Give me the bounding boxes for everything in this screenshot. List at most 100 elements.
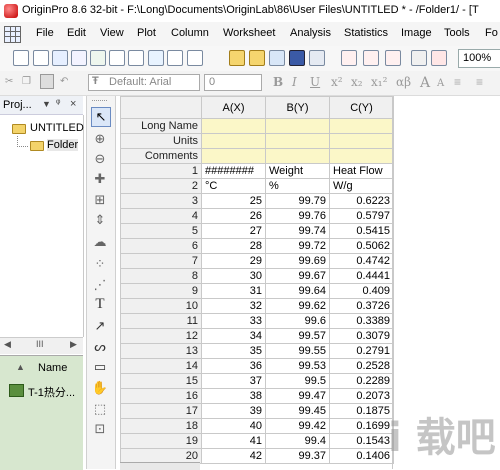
cell-c[interactable]: 0.2073 (329, 388, 394, 404)
cell-c[interactable]: 0.1406 (329, 448, 394, 464)
meta-cell[interactable] (265, 133, 330, 149)
open-folder-icon[interactable] (229, 50, 245, 66)
menu-analysis[interactable]: Analysis (290, 27, 331, 39)
cell-b[interactable]: % (265, 178, 330, 194)
cell-a[interactable]: 31 (201, 283, 266, 299)
menu-statistics[interactable]: Statistics (344, 27, 388, 39)
open-template-icon[interactable] (249, 50, 265, 66)
row-number[interactable]: 10 (120, 298, 202, 314)
column-header-c[interactable]: C(Y) (329, 96, 394, 119)
data-selector-icon[interactable]: ⇕ (91, 211, 109, 229)
zoom-select[interactable]: 100% (458, 49, 500, 68)
arrow-tool-icon[interactable]: ↗ (91, 317, 109, 335)
cell-a[interactable]: 37 (201, 373, 266, 389)
cell-b[interactable]: 99.64 (265, 283, 330, 299)
cell-a[interactable]: 36 (201, 358, 266, 374)
open-excel-icon[interactable] (269, 50, 285, 66)
new-excel-icon[interactable] (52, 50, 68, 66)
import-multiple-icon[interactable] (363, 50, 379, 66)
cell-b[interactable]: 99.67 (265, 268, 330, 284)
list-column-name[interactable]: Name (38, 362, 67, 374)
row-number[interactable]: 8 (120, 268, 202, 284)
new-layout-icon[interactable] (128, 50, 144, 66)
pointer-tool-icon[interactable]: ↖ (91, 107, 111, 127)
new-function-icon[interactable] (109, 50, 125, 66)
meta-cell[interactable] (201, 133, 266, 149)
row-number[interactable]: 1 (120, 163, 202, 179)
cell-c[interactable]: 0.5062 (329, 238, 394, 254)
cell-b[interactable]: 99.76 (265, 208, 330, 224)
cell-a[interactable]: 34 (201, 328, 266, 344)
meta-cell[interactable] (329, 148, 394, 164)
mask-points-icon[interactable]: ⋰ (91, 276, 109, 294)
cell-b[interactable]: 99.69 (265, 253, 330, 269)
dropdown-icon[interactable]: ▼ (42, 99, 51, 109)
row-number[interactable]: 14 (120, 358, 202, 374)
row-number[interactable]: 15 (120, 373, 202, 389)
italic-button[interactable]: I (292, 75, 297, 89)
cell-c[interactable]: 0.4441 (329, 268, 394, 284)
cell-a[interactable]: 35 (201, 343, 266, 359)
rectangle-tool-icon[interactable]: ▭ (91, 358, 109, 376)
paste-icon[interactable] (40, 74, 54, 89)
import-single-icon[interactable] (341, 50, 357, 66)
cell-a[interactable]: 30 (201, 268, 266, 284)
row-number[interactable]: 13 (120, 343, 202, 359)
cell-b[interactable]: 99.45 (265, 403, 330, 419)
new-3d-icon[interactable] (167, 50, 183, 66)
cell-c[interactable]: W/g (329, 178, 394, 194)
menu-edit[interactable]: Edit (67, 27, 86, 39)
underline-button[interactable]: U (310, 75, 320, 89)
zoom-out-icon[interactable]: ⊖ (91, 150, 109, 168)
text-tool-icon[interactable]: T (91, 295, 109, 313)
cell-a[interactable]: 33 (201, 313, 266, 329)
align-center-icon[interactable]: ≡ (476, 75, 483, 89)
scroll-thumb[interactable]: III (36, 339, 44, 349)
cell-c[interactable]: Heat Flow (329, 163, 394, 179)
new-graph-icon[interactable] (71, 50, 87, 66)
import-wizard-icon[interactable] (385, 50, 401, 66)
cell-b[interactable]: 99.53 (265, 358, 330, 374)
superscript-button[interactable]: x² (331, 75, 343, 89)
cell-b[interactable]: 99.37 (265, 448, 330, 464)
copy-icon[interactable]: ❐ (22, 76, 31, 87)
cell-c[interactable]: 0.1699 (329, 418, 394, 434)
cell-b[interactable]: 99.6 (265, 313, 330, 329)
close-icon[interactable]: × (70, 98, 76, 110)
menu-file[interactable]: File (36, 27, 54, 39)
increase-font-button[interactable]: A (420, 75, 430, 91)
meta-cell[interactable] (201, 148, 266, 164)
cell-b[interactable]: 99.72 (265, 238, 330, 254)
row-number[interactable]: 18 (120, 418, 202, 434)
cell-b[interactable]: 99.55 (265, 343, 330, 359)
align-left-icon[interactable]: ≡ (454, 75, 461, 89)
cell-b[interactable]: 99.42 (265, 418, 330, 434)
row-number[interactable]: 16 (120, 388, 202, 404)
cell-b[interactable]: 99.5 (265, 373, 330, 389)
meta-cell[interactable] (329, 118, 394, 134)
cell-c[interactable]: 0.409 (329, 283, 394, 299)
cell-c[interactable]: 0.6223 (329, 193, 394, 209)
row-number[interactable]: 2 (120, 178, 202, 194)
cell-b[interactable]: 99.57 (265, 328, 330, 344)
row-number[interactable]: 6 (120, 238, 202, 254)
row-number[interactable]: 3 (120, 193, 202, 209)
cell-a[interactable]: 26 (201, 208, 266, 224)
cell-a[interactable]: 25 (201, 193, 266, 209)
row-number[interactable]: 5 (120, 223, 202, 239)
meta-cell[interactable] (201, 118, 266, 134)
curved-arrow-icon[interactable]: ᔕ (91, 338, 109, 356)
new-notes-icon[interactable] (148, 50, 164, 66)
cell-b[interactable]: 99.47 (265, 388, 330, 404)
cell-a[interactable]: 41 (201, 433, 266, 449)
cell-c[interactable]: 0.4742 (329, 253, 394, 269)
font-select[interactable]: Default: Arial (88, 74, 200, 91)
region-tool-icon[interactable]: ⬚ (91, 400, 109, 418)
row-number[interactable]: 12 (120, 328, 202, 344)
bold-button[interactable]: B (273, 75, 283, 89)
scroll-right-icon[interactable]: ▶ (70, 339, 77, 350)
cell-c[interactable]: 0.5415 (329, 223, 394, 239)
greek-button[interactable]: αβ (396, 75, 411, 89)
column-header-a[interactable]: A(X) (201, 96, 266, 119)
cell-a[interactable]: 42 (201, 448, 266, 464)
